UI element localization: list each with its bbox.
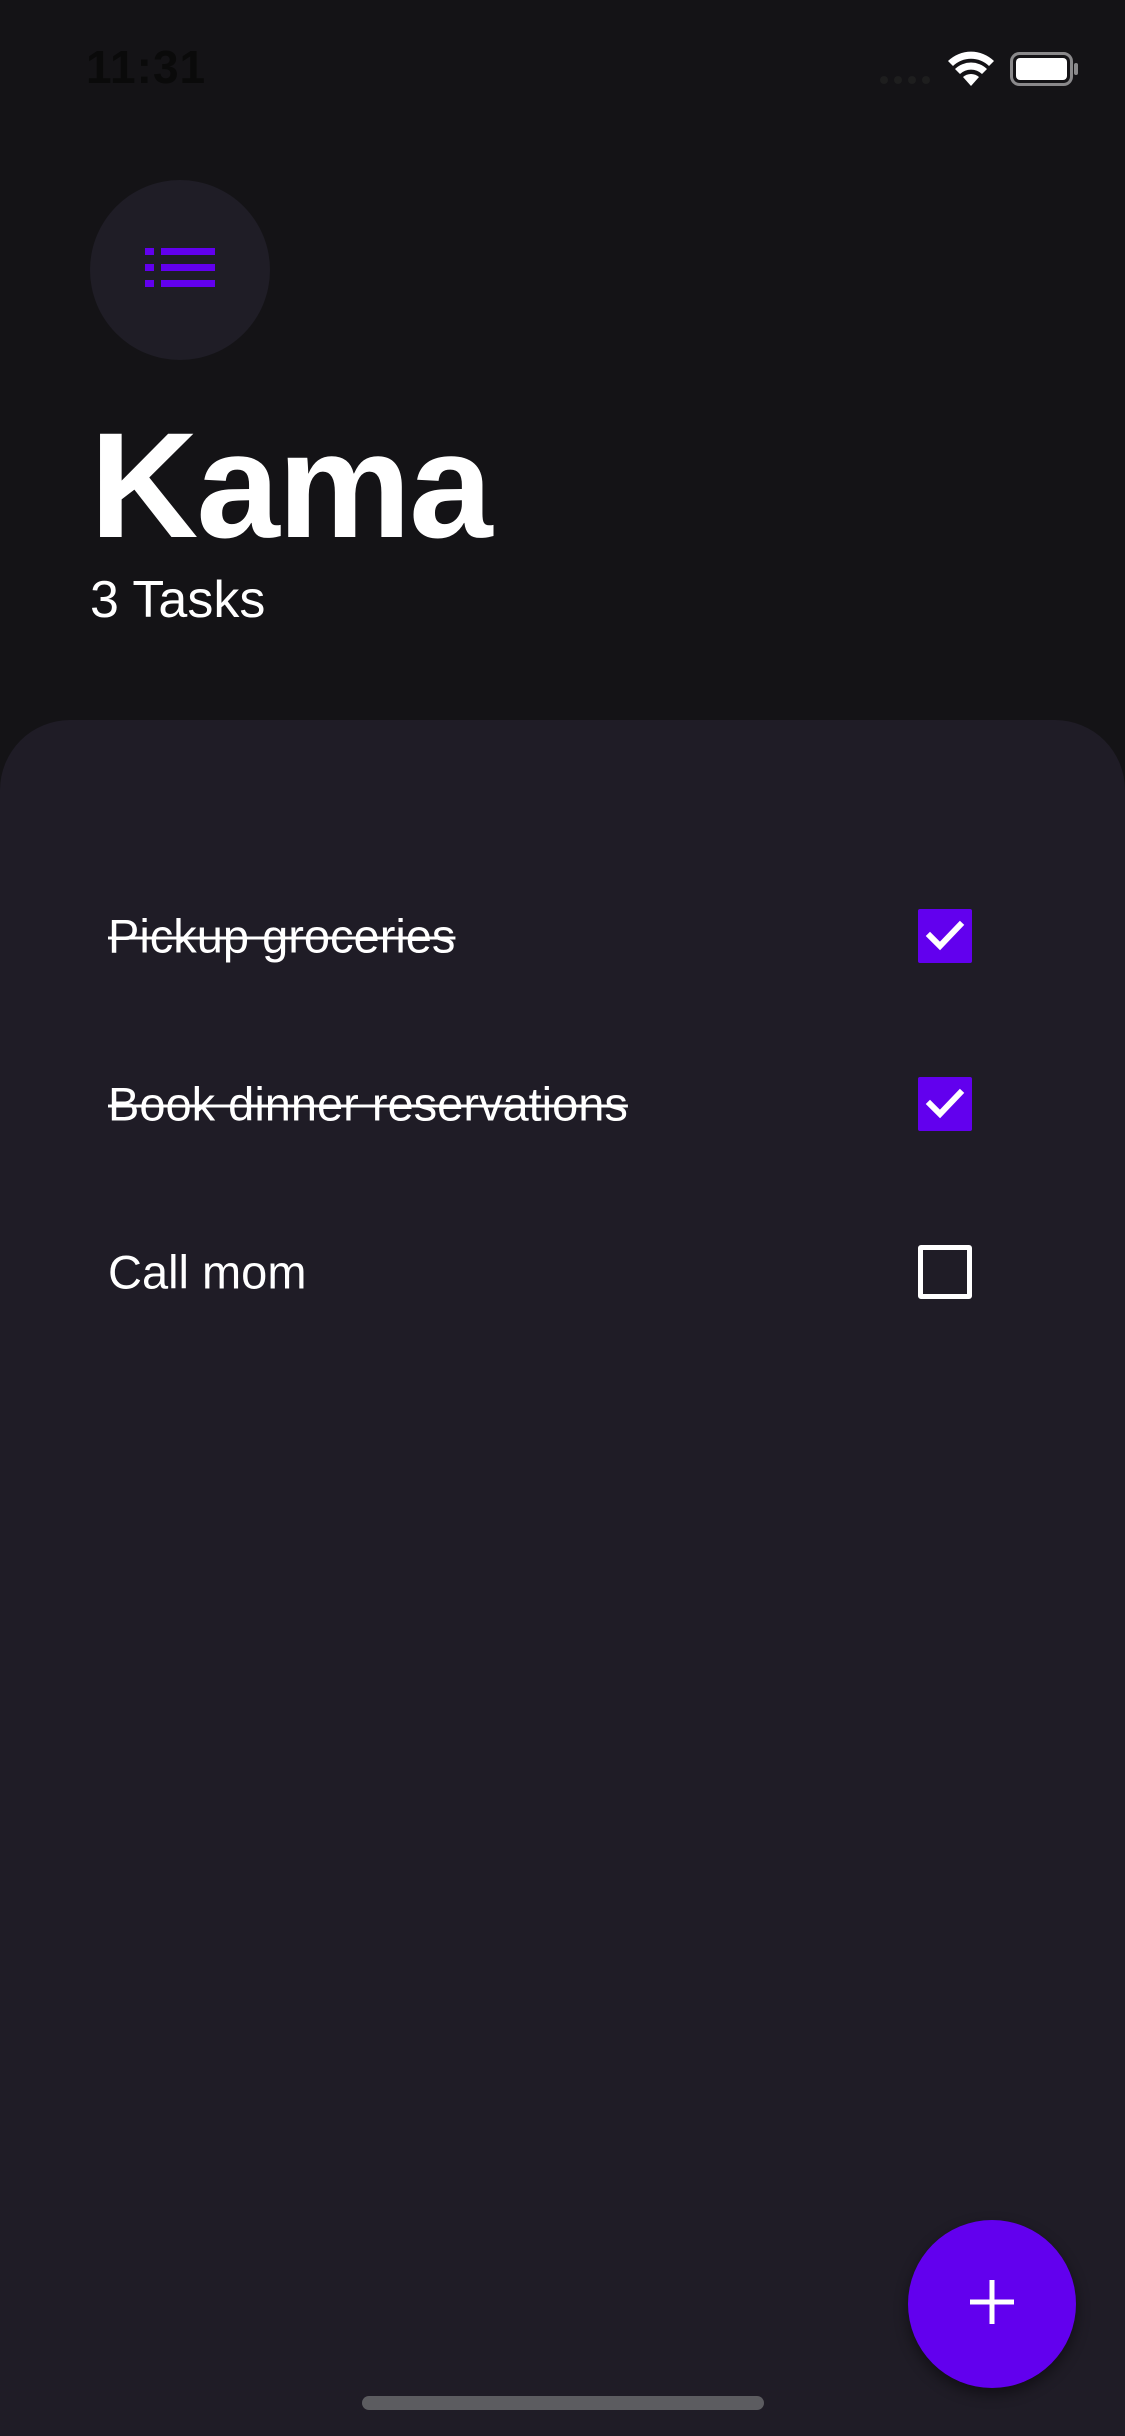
task-row[interactable]: Pickup groceries xyxy=(108,876,978,996)
signal-icon xyxy=(880,76,936,84)
task-checkbox-checked[interactable] xyxy=(918,1077,972,1131)
check-icon xyxy=(925,920,965,951)
task-label: Call mom xyxy=(108,1245,307,1299)
wifi-icon xyxy=(946,48,996,88)
add-task-button[interactable] xyxy=(908,2220,1076,2388)
list-title: Kama xyxy=(90,401,493,569)
task-row[interactable]: Book dinner reservations xyxy=(108,1044,978,1164)
task-checkbox-checked[interactable] xyxy=(918,909,972,963)
app-screen: 11:31 Kama 3 Tasks Pickup groceries Book… xyxy=(0,0,1125,2436)
task-checkbox-unchecked[interactable] xyxy=(918,1245,972,1299)
list-icon xyxy=(145,247,215,293)
menu-button[interactable] xyxy=(90,180,270,360)
status-time: 11:31 xyxy=(86,41,207,93)
task-row[interactable]: Call mom xyxy=(108,1212,978,1332)
task-label: Pickup groceries xyxy=(108,909,456,963)
task-label: Book dinner reservations xyxy=(108,1077,628,1131)
battery-icon xyxy=(1010,52,1080,86)
check-icon xyxy=(925,1088,965,1119)
status-bar: 11:31 xyxy=(0,0,1125,140)
task-count: 3 Tasks xyxy=(90,571,266,629)
plus-icon xyxy=(970,2279,1014,2329)
home-indicator xyxy=(362,2396,764,2410)
tasks-sheet: Pickup groceries Book dinner reservation… xyxy=(0,720,1125,2436)
